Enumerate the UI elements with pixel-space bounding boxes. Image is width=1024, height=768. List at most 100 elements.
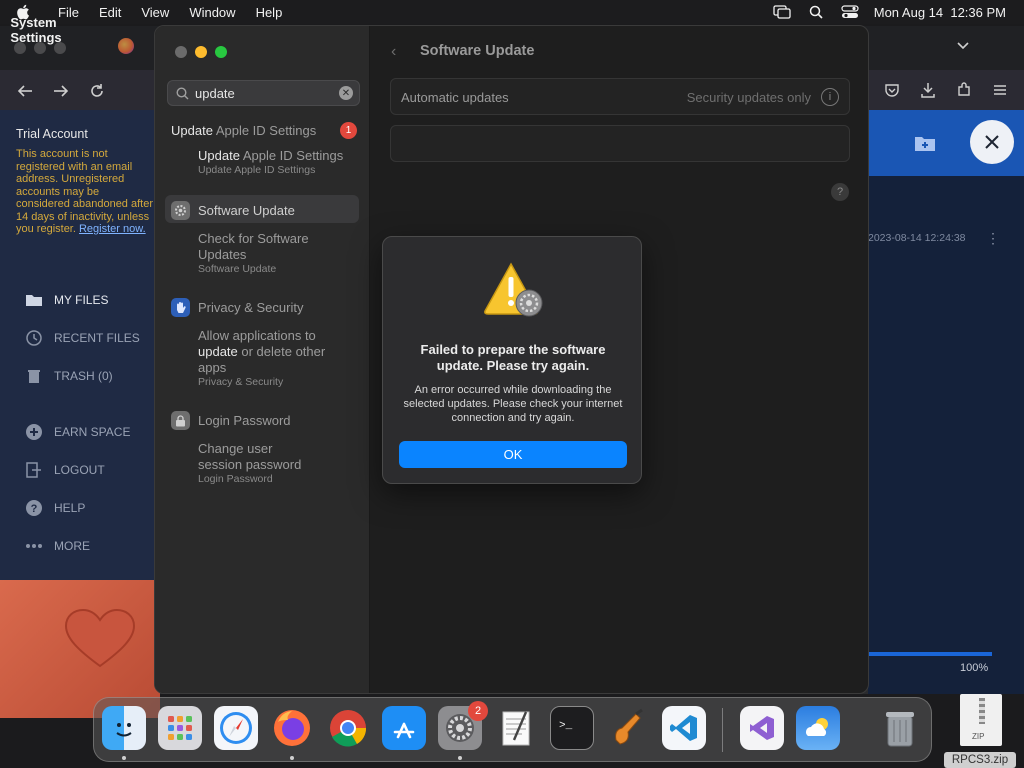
weather-icon[interactable] [796, 706, 840, 750]
nav-recent-files[interactable]: RECENT FILES [24, 329, 140, 347]
firefox-tab-icon[interactable] [118, 38, 134, 54]
firefox-running-dot [290, 756, 294, 760]
result-subtitle[interactable]: Update Apple ID Settings [198, 148, 361, 164]
clear-search-icon[interactable]: ✕ [339, 86, 353, 100]
nav-logout[interactable]: LOGOUT [24, 461, 105, 479]
plus-circle-icon [24, 423, 44, 441]
result-header[interactable]: Software Update [171, 201, 361, 220]
result-subtitle[interactable]: Allow applications to update or delete ot… [198, 328, 361, 376]
close-button[interactable] [970, 120, 1014, 164]
textedit-icon[interactable] [494, 706, 538, 750]
trash-dock-icon[interactable] [878, 706, 922, 750]
result-caption: Login Password [198, 473, 273, 485]
settings-search-field[interactable]: ✕ [167, 80, 360, 106]
spotlight-search-icon[interactable] [806, 4, 826, 20]
menu-app-name[interactable]: System Settings [10, 8, 61, 52]
automatic-updates-value: Security updates only [686, 90, 811, 105]
result-header[interactable]: Privacy & Security [171, 298, 361, 317]
terminal-icon[interactable]: >_ [550, 706, 594, 750]
warning-icon [484, 262, 543, 317]
close-icon [985, 135, 999, 149]
window-zoom-button[interactable] [215, 46, 227, 58]
help-icon: ? [24, 499, 44, 517]
settings-running-dot [458, 756, 462, 760]
menu-edit[interactable]: Edit [99, 5, 121, 20]
safari-icon[interactable] [214, 706, 258, 750]
automatic-updates-row[interactable]: Automatic updates Security updates only … [390, 78, 850, 115]
account-title: Trial Account [16, 127, 88, 141]
tab-list-chevron-icon[interactable] [956, 38, 970, 56]
new-folder-icon[interactable] [914, 136, 936, 152]
lock-icon [171, 411, 190, 430]
nav-label: MY FILES [54, 293, 109, 307]
help-button[interactable]: ? [831, 183, 849, 201]
register-now-link[interactable]: Register now. [79, 223, 146, 235]
window-minimize-button[interactable] [195, 46, 207, 58]
file-options-icon[interactable]: ⋮ [986, 230, 1000, 247]
nav-earn-space[interactable]: EARN SPACE [24, 423, 130, 441]
result-login-password[interactable]: Login Password Change user session passwo… [171, 411, 361, 486]
reload-icon[interactable] [88, 82, 106, 100]
trash-icon [24, 367, 44, 385]
nav-more[interactable]: MORE [24, 537, 90, 555]
downloads-icon[interactable] [920, 82, 938, 100]
result-subtitle[interactable]: Change user session password [198, 441, 361, 473]
screen-mirroring-icon[interactable] [772, 4, 792, 20]
menu-view[interactable]: View [141, 5, 169, 20]
nav-help[interactable]: ? HELP [24, 499, 85, 517]
alert-message: An error occurred while downloading the … [403, 384, 623, 424]
launchpad-icon[interactable] [158, 706, 202, 750]
menu-help[interactable]: Help [256, 5, 283, 20]
chrome-icon[interactable] [326, 706, 370, 750]
pocket-icon[interactable] [884, 82, 902, 100]
clock-icon [24, 329, 44, 347]
result-privacy-security[interactable]: Privacy & Security Allow applications to… [171, 298, 361, 389]
back-arrow-icon[interactable] [16, 82, 34, 100]
visual-studio-icon[interactable] [740, 706, 784, 750]
search-input[interactable] [195, 85, 335, 101]
back-chevron-icon[interactable]: ‹ [391, 43, 396, 61]
error-alert-dialog: Failed to prepare the software update. P… [382, 236, 642, 484]
menu-window[interactable]: Window [189, 5, 235, 20]
app-menu-icon[interactable] [992, 82, 1010, 100]
finder-icon[interactable] [102, 706, 146, 750]
files-sidebar: Trial Account This account is not regist… [0, 110, 160, 718]
logout-icon [24, 461, 44, 479]
result-header[interactable]: Login Password [171, 411, 361, 430]
nav-trash[interactable]: TRASH (0) [24, 367, 113, 385]
settings-sidebar: ✕ Update Apple ID Settings 1 Update Appl… [155, 26, 370, 693]
result-title: Software Update [198, 203, 295, 218]
firefox-icon[interactable] [270, 706, 314, 750]
result-subtitle[interactable]: Check for Software Updates [198, 231, 361, 263]
result-caption: Privacy & Security [198, 376, 284, 388]
account-warning: This account is not registered with an e… [16, 148, 156, 236]
ok-button[interactable]: OK [399, 441, 627, 468]
info-icon[interactable]: i [821, 88, 839, 106]
zip-type-label: ZIP [972, 732, 985, 741]
control-center-icon[interactable] [840, 4, 860, 20]
zipper-icon [979, 698, 985, 724]
result-software-update[interactable]: Software Update Check for Software Update… [171, 201, 361, 276]
gear-icon [171, 201, 190, 220]
garageband-icon[interactable] [606, 706, 650, 750]
result-header[interactable]: Update Apple ID Settings 1 [171, 122, 361, 139]
window-close-button[interactable] [175, 46, 187, 58]
alert-title: Failed to prepare the software update. P… [420, 342, 606, 373]
zip-file-name[interactable]: RPCS3.zip [944, 752, 1016, 768]
extensions-icon[interactable] [956, 82, 974, 100]
menubar-clock[interactable]: Mon Aug 14 12:36 PM [874, 5, 1006, 20]
app-store-icon[interactable] [382, 706, 426, 750]
dock: 2 >_ [93, 697, 932, 762]
zip-file-icon[interactable]: ZIP [946, 694, 1018, 748]
nav-label: HELP [54, 501, 86, 515]
nav-label: MORE [54, 539, 90, 553]
notification-badge: 1 [340, 122, 357, 139]
vscode-icon[interactable] [662, 706, 706, 750]
nav-label: TRASH (0) [54, 369, 113, 383]
nav-my-files[interactable]: MY FILES [24, 291, 108, 309]
result-apple-id[interactable]: Update Apple ID Settings 1 Update Apple … [171, 122, 361, 177]
folder-icon [24, 291, 44, 309]
forward-arrow-icon[interactable] [52, 82, 70, 100]
upload-progress-bar [868, 652, 992, 656]
settings-update-badge: 2 [468, 701, 488, 721]
